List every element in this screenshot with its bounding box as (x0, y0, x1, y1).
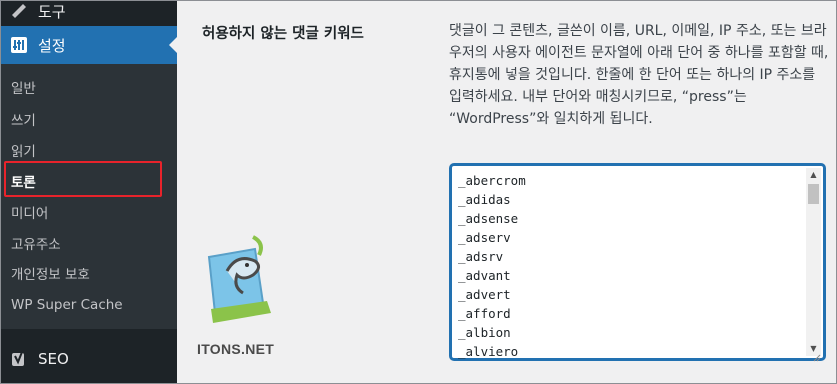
keyword-line: _afford (458, 306, 511, 321)
keyword-line: _adsense (458, 211, 519, 226)
menu-tools[interactable]: 도구 (1, 1, 177, 29)
keyword-line: _advant (458, 268, 511, 283)
textarea-scrollbar[interactable]: ▲ ▼ (806, 168, 821, 356)
menu-settings[interactable]: 설정 (1, 26, 177, 64)
submenu-item-permalinks[interactable]: 고유주소 (11, 228, 61, 258)
keyword-line: _adserv (458, 230, 511, 245)
disallowed-keys-textarea[interactable]: _abercrom _adidas _adsense _adserv _adsr… (450, 164, 825, 362)
disallowed-keys-label: 허용하지 않는 댓글 키워드 (202, 26, 364, 42)
itons-logo-icon (207, 235, 271, 323)
submenu-item-media[interactable]: 미디어 (11, 197, 48, 227)
submenu-item-general[interactable]: 일반 (11, 72, 36, 102)
watermark-text: ITONS.NET (197, 341, 275, 357)
menu-seo-label: SEO (38, 350, 69, 368)
highlight-annotation (4, 161, 162, 197)
disallowed-keys-description: 댓글이 그 콘텐츠, 글쓴이 이름, URL, 이메일, IP 주소, 또는 브… (449, 23, 829, 127)
admin-sidebar: 도구 설정 일반 쓰기 읽기 토론 미디어 고유주소 개인정보 보호 WP Su… (1, 1, 177, 383)
submenu-item-privacy[interactable]: 개인정보 보호 (11, 258, 90, 288)
scroll-up-icon[interactable]: ▲ (806, 168, 821, 182)
menu-seo[interactable]: SEO (1, 341, 177, 377)
wrench-icon (9, 1, 29, 21)
submenu-item-writing[interactable]: 쓰기 (11, 104, 36, 134)
watermark: ITONS.NET (197, 231, 297, 361)
menu-settings-label: 설정 (38, 36, 66, 55)
keyword-line: _alviero (458, 344, 519, 359)
screenshot-frame: 도구 설정 일반 쓰기 읽기 토론 미디어 고유주소 개인정보 보호 WP Su… (0, 0, 837, 384)
keyword-line: _advert (458, 287, 511, 302)
submenu-item-wp-super-cache[interactable]: WP Super Cache (11, 290, 123, 320)
keyword-line: _adidas (458, 192, 511, 207)
keyword-line: _albion (458, 325, 511, 340)
keyword-list: _abercrom _adidas _adsense _adserv _adsr… (458, 171, 526, 361)
settings-sliders-icon (9, 35, 29, 55)
yoast-icon (9, 349, 29, 369)
menu-tools-label: 도구 (38, 2, 66, 21)
scrollbar-thumb[interactable] (808, 184, 819, 204)
keyword-line: _abercrom (458, 173, 526, 188)
keyword-line: _adsrv (458, 249, 504, 264)
resize-handle-icon[interactable] (811, 347, 821, 362)
